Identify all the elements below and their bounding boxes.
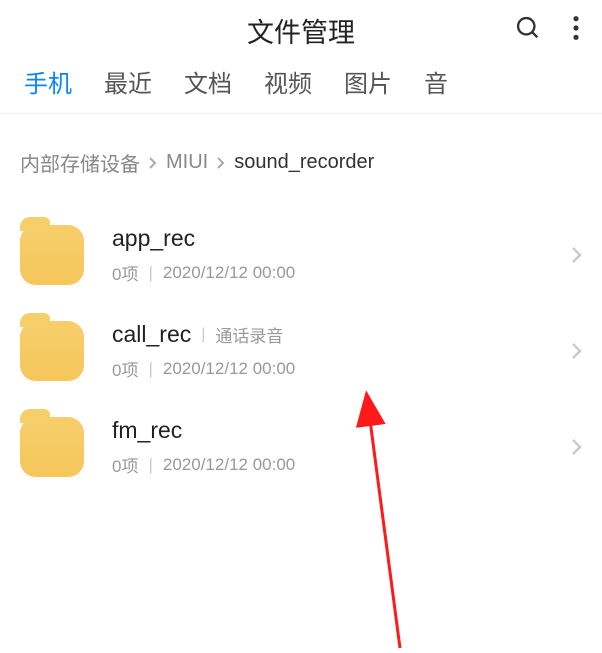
chevron-right-icon (216, 156, 226, 170)
chevron-right-icon (570, 436, 584, 458)
folder-count: 0项 (112, 356, 138, 381)
list-item[interactable]: app_rec 0项 | 2020/12/12 00:00 (0, 207, 602, 303)
separator: | (148, 455, 152, 475)
breadcrumb-item-miui[interactable]: MIUI (166, 151, 208, 174)
tab-docs[interactable]: 文档 (184, 64, 232, 99)
separator: | (148, 359, 152, 379)
folder-tag: 通话录音 (215, 322, 283, 347)
list-item[interactable]: fm_rec 0项 | 2020/12/12 00:00 (0, 399, 602, 495)
header-actions (514, 14, 580, 42)
folder-count: 0项 (112, 260, 138, 285)
breadcrumb-item-root[interactable]: 内部存储设备 (20, 148, 140, 177)
tab-clipped[interactable]: 音 (424, 64, 448, 99)
header: 文件管理 (0, 0, 602, 62)
folder-list: app_rec 0项 | 2020/12/12 00:00 call_rec |… (0, 199, 602, 503)
chevron-right-icon (570, 244, 584, 266)
tab-recent[interactable]: 最近 (104, 64, 152, 99)
list-item[interactable]: call_rec | 通话录音 0项 | 2020/12/12 00:00 (0, 303, 602, 399)
breadcrumb-item-current[interactable]: sound_recorder (234, 151, 374, 174)
chevron-right-icon (148, 156, 158, 170)
folder-time: 2020/12/12 00:00 (163, 263, 295, 283)
folder-count: 0项 (112, 452, 138, 477)
row-main: call_rec | 通话录音 0项 | 2020/12/12 00:00 (112, 321, 562, 381)
tab-video[interactable]: 视频 (264, 64, 312, 99)
separator: | (201, 326, 205, 344)
row-main: app_rec 0项 | 2020/12/12 00:00 (112, 225, 562, 285)
page-title: 文件管理 (20, 11, 582, 50)
breadcrumb: 内部存储设备 MIUI sound_recorder (0, 114, 602, 199)
chevron-right-icon (570, 340, 584, 362)
folder-icon (20, 417, 84, 477)
tab-phone[interactable]: 手机 (24, 64, 72, 99)
row-main: fm_rec 0项 | 2020/12/12 00:00 (112, 417, 562, 477)
search-icon[interactable] (514, 14, 542, 42)
folder-icon (20, 225, 84, 285)
tab-images[interactable]: 图片 (344, 64, 392, 99)
separator: | (148, 263, 152, 283)
folder-name: fm_rec (112, 417, 182, 444)
folder-name: app_rec (112, 225, 195, 252)
folder-time: 2020/12/12 00:00 (163, 455, 295, 475)
folder-name: call_rec (112, 321, 191, 348)
more-icon[interactable] (572, 14, 580, 42)
tabs: 手机 最近 文档 视频 图片 音 (0, 62, 602, 113)
folder-time: 2020/12/12 00:00 (163, 359, 295, 379)
folder-icon (20, 321, 84, 381)
